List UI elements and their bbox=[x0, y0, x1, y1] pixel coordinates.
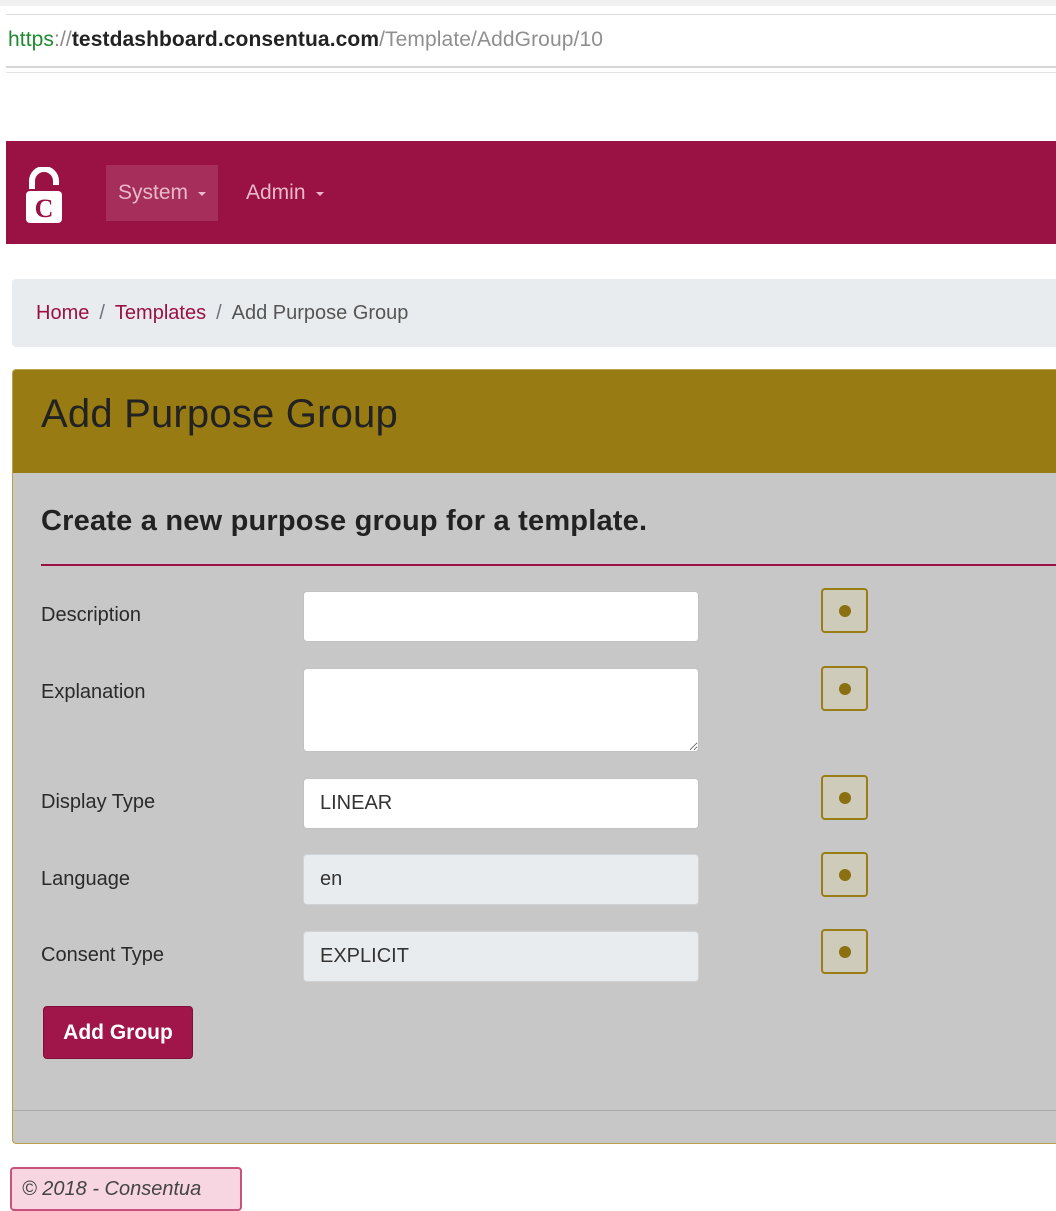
consent-type-info-button[interactable] bbox=[821, 929, 868, 974]
url-text[interactable]: https://testdashboard.consentua.com/Temp… bbox=[8, 28, 603, 52]
breadcrumb-current: Add Purpose Group bbox=[231, 301, 409, 324]
address-bar-divider bbox=[6, 14, 1056, 15]
add-purpose-group-card: Add Purpose Group Create a new purpose g… bbox=[12, 369, 1056, 1144]
info-icon bbox=[838, 682, 851, 695]
info-icon bbox=[838, 791, 851, 804]
url-separator: :// bbox=[54, 28, 72, 51]
nav-menu-system[interactable]: System bbox=[106, 165, 219, 221]
page-title: Add Purpose Group bbox=[41, 392, 398, 436]
nav-menu-admin-label: Admin bbox=[246, 181, 306, 204]
info-icon bbox=[838, 604, 851, 617]
display-type-label: Display Type bbox=[41, 791, 156, 813]
nav-menu-system-label: System bbox=[118, 181, 189, 204]
language-label: Language bbox=[41, 868, 130, 890]
description-input[interactable] bbox=[303, 591, 699, 642]
add-group-button[interactable]: Add Group bbox=[43, 1006, 193, 1059]
subtitle-divider bbox=[41, 564, 1056, 566]
breadcrumb-separator: / bbox=[216, 301, 222, 324]
browser-address-bar[interactable]: https://testdashboard.consentua.com/Temp… bbox=[0, 0, 1056, 73]
consent-type-label: Consent Type bbox=[41, 944, 165, 966]
url-host: testdashboard.consentua.com bbox=[71, 28, 380, 51]
explanation-info-button[interactable] bbox=[821, 666, 868, 711]
info-icon bbox=[838, 868, 851, 881]
breadcrumb-separator: / bbox=[99, 301, 105, 324]
svg-text:C: C bbox=[35, 194, 54, 223]
explanation-label: Explanation bbox=[41, 681, 146, 703]
consent-type-input[interactable] bbox=[303, 931, 699, 982]
info-icon bbox=[838, 945, 851, 958]
card-header: Add Purpose Group bbox=[13, 370, 1056, 473]
card-subtitle: Create a new purpose group for a templat… bbox=[41, 505, 648, 537]
breadcrumb: Home / Templates / Add Purpose Group bbox=[12, 279, 1056, 347]
explanation-textarea[interactable] bbox=[303, 668, 699, 752]
padlock-c-logo-icon[interactable]: C bbox=[24, 167, 64, 225]
chevron-down-icon bbox=[198, 192, 207, 196]
description-label: Description bbox=[41, 604, 142, 626]
url-scheme: https bbox=[8, 28, 55, 51]
footer-copyright: © 2018 - Consentua bbox=[10, 1167, 242, 1211]
url-path: /Template/AddGroup/10 bbox=[379, 28, 604, 51]
description-info-button[interactable] bbox=[821, 588, 868, 633]
breadcrumb-home[interactable]: Home bbox=[36, 302, 89, 325]
address-bar-divider bbox=[6, 72, 1056, 73]
address-bar-divider bbox=[6, 66, 1056, 68]
language-info-button[interactable] bbox=[821, 852, 868, 897]
top-navbar: C System Admin bbox=[6, 141, 1056, 244]
language-input[interactable] bbox=[303, 854, 699, 905]
card-footer-divider bbox=[13, 1110, 1056, 1111]
display-type-info-button[interactable] bbox=[821, 775, 868, 820]
nav-menu-admin[interactable]: Admin bbox=[234, 165, 336, 221]
chevron-down-icon bbox=[315, 192, 324, 196]
display-type-input[interactable] bbox=[303, 778, 699, 829]
breadcrumb-templates[interactable]: Templates bbox=[115, 302, 206, 325]
page: https://testdashboard.consentua.com/Temp… bbox=[0, 0, 1056, 1211]
